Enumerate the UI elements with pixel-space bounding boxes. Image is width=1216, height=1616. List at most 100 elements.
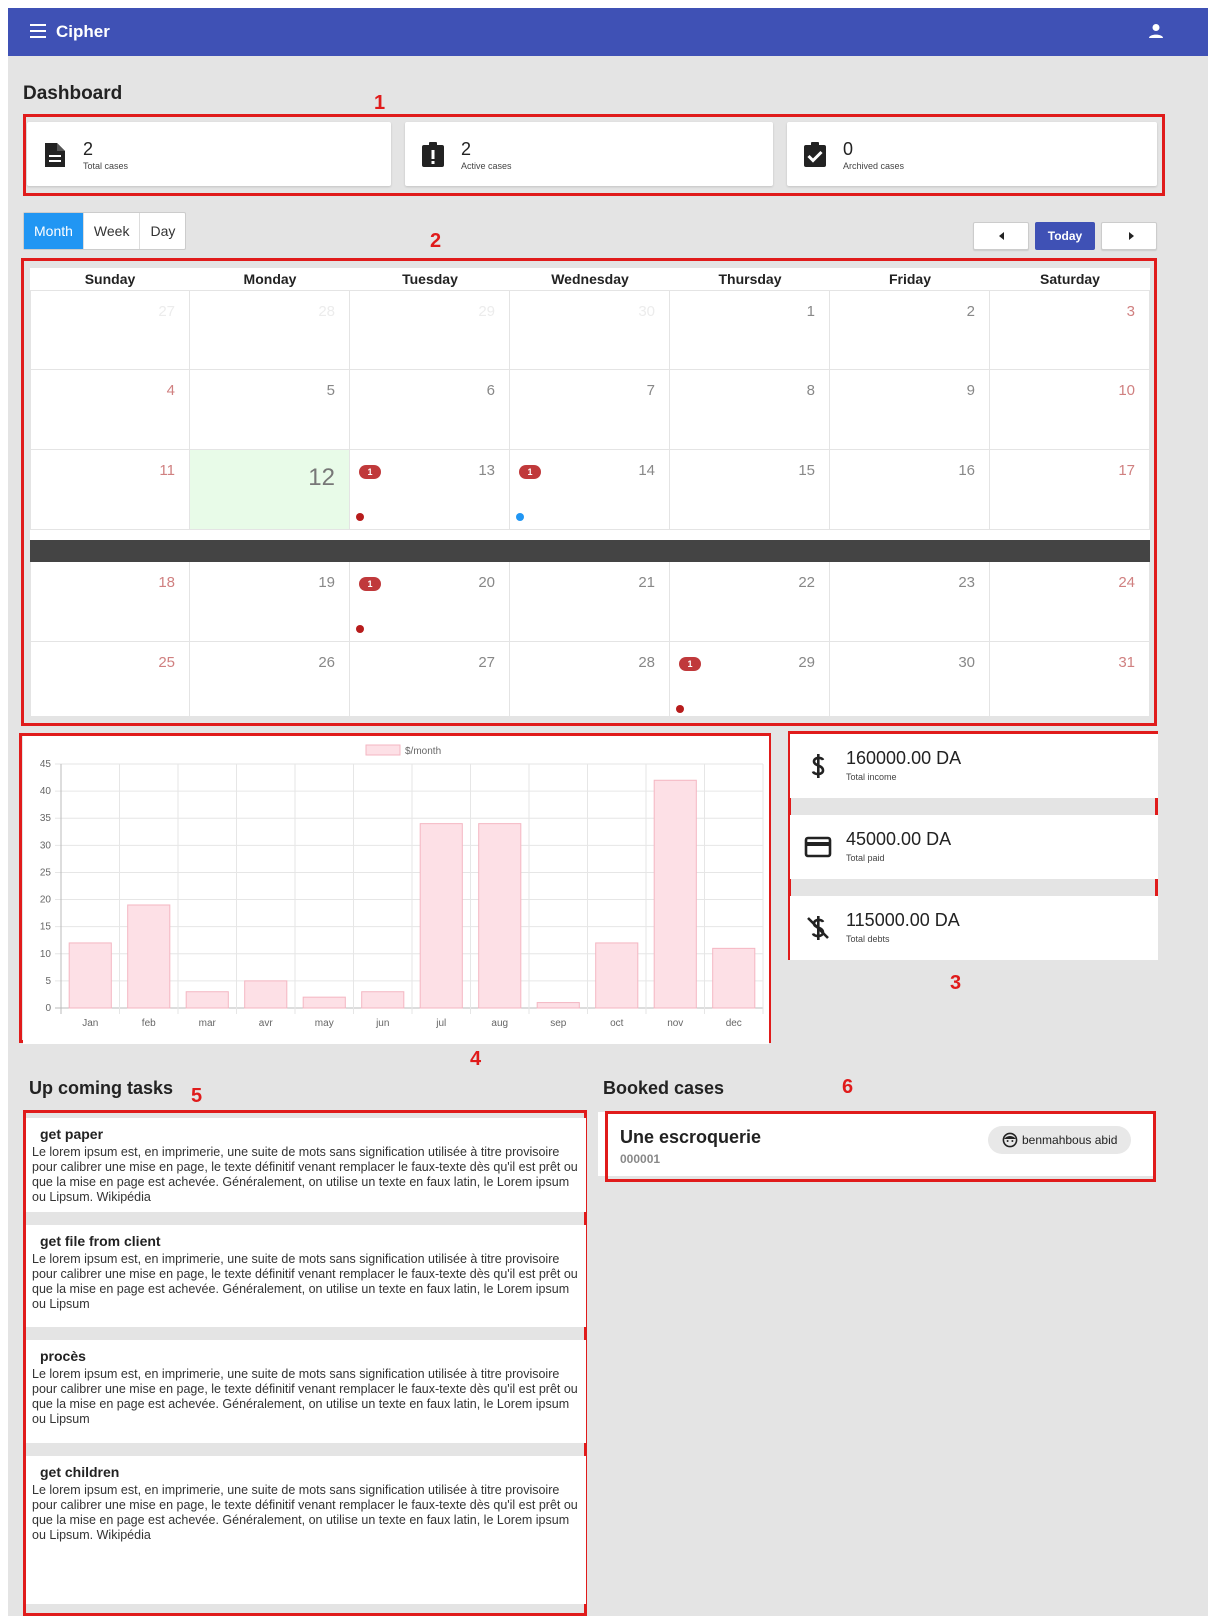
calendar-day-cell[interactable]: 7 xyxy=(510,370,670,450)
view-week-button[interactable]: Week xyxy=(82,213,140,249)
stat-value: 2 xyxy=(461,139,472,159)
legend-label: $/month xyxy=(405,746,441,757)
view-day-button[interactable]: Day xyxy=(139,213,185,249)
calendar-day-cell[interactable]: 28 xyxy=(190,290,350,370)
event-dot[interactable] xyxy=(676,705,684,713)
calendar-day-cell[interactable]: 23 xyxy=(830,562,990,642)
calendar-day-cell[interactable]: 27 xyxy=(30,290,190,370)
menu-icon[interactable] xyxy=(30,24,46,38)
stat-card-archived[interactable]: 0 Archived cases xyxy=(787,122,1157,186)
finance-card-debts[interactable]: 115000.00 DA Total debts xyxy=(790,896,1158,960)
event-dot[interactable] xyxy=(516,513,524,521)
next-button[interactable] xyxy=(1101,222,1157,250)
calendar-day-cell[interactable]: 17 xyxy=(990,450,1150,530)
dollar-icon xyxy=(811,754,825,778)
calendar-day-number: 29 xyxy=(798,654,815,671)
today-button[interactable]: Today xyxy=(1035,222,1095,250)
event-count-badge[interactable]: 1 xyxy=(519,465,541,479)
finance-card-paid[interactable]: 45000.00 DA Total paid xyxy=(790,815,1158,879)
file-document-icon xyxy=(45,143,65,167)
calendar-day-number: 19 xyxy=(318,574,335,591)
calendar-day-cell[interactable]: 14 1 xyxy=(510,450,670,530)
stat-label: Total cases xyxy=(83,161,129,171)
calendar-day-cell[interactable]: 1 xyxy=(670,290,830,370)
calendar-day-number: 15 xyxy=(798,462,815,479)
calendar-day-number: 24 xyxy=(1118,574,1135,591)
calendar-day-cell[interactable]: 28 xyxy=(510,642,670,722)
calendar-day-number: 29 xyxy=(478,303,495,320)
x-tick-label: oct xyxy=(610,1018,624,1029)
event-dot[interactable] xyxy=(356,625,364,633)
annotation-1: 1 xyxy=(374,92,386,114)
calendar-day-number: 5 xyxy=(326,382,335,399)
calendar-day-cell[interactable]: 29 xyxy=(350,290,510,370)
calendar-day-cell[interactable]: 30 xyxy=(830,642,990,722)
calendar-day-cell[interactable]: 11 xyxy=(30,450,190,530)
calendar-day-cell[interactable]: 30 xyxy=(510,290,670,370)
stat-card-active[interactable]: 2 Active cases xyxy=(405,122,773,186)
calendar-day-number: 20 xyxy=(478,574,495,591)
finance-amount: 160000.00 DA xyxy=(846,748,962,768)
calendar-day-number: 8 xyxy=(806,382,815,399)
bar-oct xyxy=(595,942,639,1009)
calendar-day-cell[interactable]: 26 xyxy=(190,642,350,722)
calendar-day-cell[interactable]: 12 xyxy=(190,450,350,530)
prev-button[interactable] xyxy=(973,222,1029,250)
task-item[interactable]: procès Le lorem ipsum est, en imprimerie… xyxy=(26,1340,586,1443)
tasks-title: Up coming tasks xyxy=(29,1078,174,1098)
calendar-day-cell[interactable]: 22 xyxy=(670,562,830,642)
top-app-bar: Cipher xyxy=(8,8,1208,56)
event-count-badge[interactable]: 1 xyxy=(359,577,381,591)
calendar-day-cell[interactable]: 20 1 xyxy=(350,562,510,642)
task-item[interactable]: get children Le lorem ipsum est, en impr… xyxy=(26,1456,586,1604)
calendar-day-number: 30 xyxy=(638,303,655,320)
event-dot[interactable] xyxy=(356,513,364,521)
task-body: Le lorem ipsum est, en imprimerie, une s… xyxy=(32,1483,578,1542)
event-count-badge[interactable]: 1 xyxy=(679,657,701,671)
calendar-day-number: 12 xyxy=(308,464,335,491)
legend-swatch xyxy=(365,744,401,756)
event-count-badge[interactable]: 1 xyxy=(359,465,381,479)
calendar-day-cell[interactable]: 19 xyxy=(190,562,350,642)
finance-card-income[interactable]: 160000.00 DA Total income xyxy=(790,734,1158,798)
calendar-day-cell[interactable]: 25 xyxy=(30,642,190,722)
calendar-day-cell[interactable]: 3 xyxy=(990,290,1150,370)
calendar-day-cell[interactable]: 5 xyxy=(190,370,350,450)
stat-card-total[interactable]: 2 Total cases xyxy=(27,122,391,186)
calendar-day-cell[interactable]: 9 xyxy=(830,370,990,450)
calendar-day-cell[interactable]: 29 1 xyxy=(670,642,830,722)
calendar-day-number: 1 xyxy=(806,303,815,320)
bar-sep xyxy=(536,1002,580,1009)
bar-avr xyxy=(244,980,288,1009)
x-tick-label: avr xyxy=(259,1018,274,1029)
calendar-day-cell[interactable]: 4 xyxy=(30,370,190,450)
calendar-day-number: 28 xyxy=(638,654,655,671)
calendar-day-cell[interactable]: 15 xyxy=(670,450,830,530)
calendar-day-cell[interactable]: 21 xyxy=(510,562,670,642)
x-tick-label: may xyxy=(315,1018,334,1029)
task-title: procès xyxy=(40,1348,86,1364)
calendar-day-cell[interactable]: 24 xyxy=(990,562,1150,642)
calendar-day-cell[interactable]: 18 xyxy=(30,562,190,642)
calendar-day-cell[interactable]: 13 1 xyxy=(350,450,510,530)
calendar-day-cell[interactable]: 10 xyxy=(990,370,1150,450)
view-month-button[interactable]: Month xyxy=(24,213,83,249)
calendar-day-cell[interactable]: 8 xyxy=(670,370,830,450)
calendar-day-cell[interactable]: 31 xyxy=(990,642,1150,722)
y-tick-label: 15 xyxy=(40,922,52,933)
account-icon[interactable] xyxy=(1148,23,1164,39)
weekday-header: Tuesday xyxy=(402,271,458,287)
x-tick-label: dec xyxy=(726,1018,742,1029)
weekday-header: Saturday xyxy=(1040,271,1100,287)
calendar-day-cell[interactable]: 2 xyxy=(830,290,990,370)
task-item[interactable]: get paper Le lorem ipsum est, en imprime… xyxy=(26,1118,586,1212)
calendar-day-number: 13 xyxy=(478,462,495,479)
calendar-day-number: 17 xyxy=(1118,462,1135,479)
calendar-day-cell[interactable]: 16 xyxy=(830,450,990,530)
app-root: Cipher Dashboard 1 2 Total cases 2 Activ… xyxy=(8,8,1208,1616)
task-item[interactable]: get file from client Le lorem ipsum est,… xyxy=(26,1225,586,1327)
monthly-bar-chart: 0 5 10 15 20 25 30 35 40 45 Jan feb mar avr may jun jul a… xyxy=(40,744,764,1029)
task-title: get children xyxy=(40,1464,120,1480)
calendar-day-cell[interactable]: 27 xyxy=(350,642,510,722)
calendar-day-cell[interactable]: 6 xyxy=(350,370,510,450)
